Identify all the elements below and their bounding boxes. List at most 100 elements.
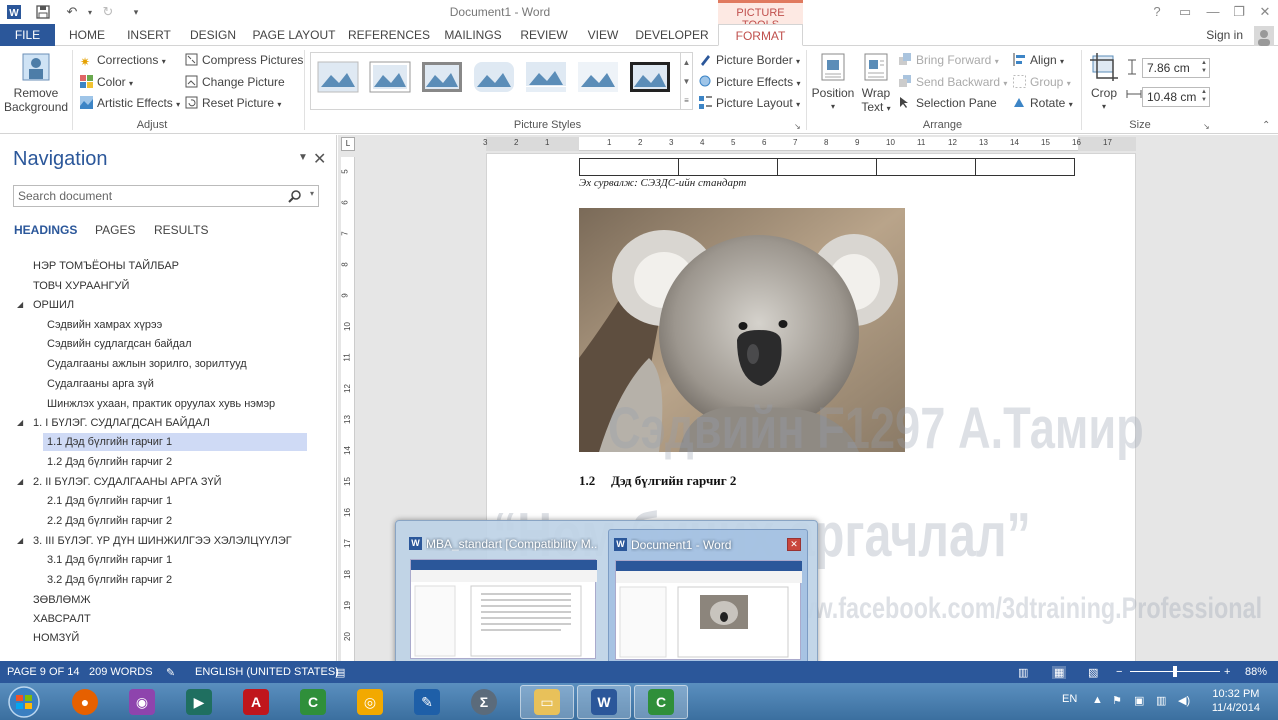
gallery-more-icon[interactable]: ≡ [680, 91, 692, 110]
crop-button[interactable]: Crop ▾ [1086, 52, 1122, 114]
macro-recording-icon[interactable]: ▤ [335, 666, 345, 679]
network-icon[interactable]: ▥ [1156, 694, 1166, 707]
user-avatar-icon[interactable] [1254, 26, 1274, 46]
heading-item[interactable]: Судалгааны ажлын зорилго, зорилтууд [47, 355, 247, 373]
document-table[interactable] [579, 158, 1075, 176]
taskbar-app-7[interactable]: ✎ [400, 685, 454, 719]
size-launcher-icon[interactable]: ↘ [1203, 122, 1210, 131]
heading-item[interactable]: ОРШИЛ [33, 296, 74, 314]
tab-file[interactable]: FILE [0, 24, 55, 46]
remove-background-button[interactable]: Remove Background [4, 52, 68, 114]
device-icon[interactable]: ▣ [1134, 694, 1144, 707]
taskbar-app-2[interactable]: ◉ [115, 685, 169, 719]
heading-item[interactable]: 1. I БҮЛЭГ. СУДЛАГДСАН БАЙДАЛ [33, 414, 210, 432]
heading-item[interactable]: 1.2 Дэд бүлгийн гарчиг 2 [47, 453, 172, 471]
heading-item[interactable]: ЗӨВЛӨМЖ [33, 591, 91, 609]
rotate-button[interactable]: Rotate ▾ [1013, 96, 1073, 110]
collapse-triangle-icon[interactable]: ◢ [17, 477, 23, 486]
search-options-dropdown-icon[interactable]: ▾ [310, 189, 314, 198]
shape-height-input[interactable]: 7.86 cm ▲ ▼ [1142, 58, 1210, 78]
zoom-slider[interactable] [1130, 666, 1220, 677]
picture-layout-button[interactable]: Picture Layout ▾ [699, 96, 800, 110]
heading-item[interactable]: НЭР ТОМЪЁОНЫ ТАЙЛБАР [33, 257, 179, 275]
sign-in-link[interactable]: Sign in [1206, 28, 1243, 42]
artistic-effects-button[interactable]: Artistic Effects ▾ [80, 96, 180, 110]
picture-style-2[interactable] [369, 61, 411, 93]
tab-selector[interactable]: L [341, 137, 355, 151]
restore-button[interactable]: ❐ [1226, 2, 1252, 22]
picture-style-7[interactable] [629, 61, 671, 93]
picture-style-4[interactable] [473, 61, 515, 93]
proofing-icon[interactable]: ✎ [166, 666, 175, 679]
search-icon[interactable] [288, 189, 302, 203]
compress-pictures-button[interactable]: Compress Pictures [185, 53, 303, 67]
navigation-close-icon[interactable]: ✕ [313, 149, 326, 169]
gallery-up-icon[interactable]: ▲ [680, 53, 692, 72]
heading-item[interactable]: Шинжлэх ухаан, практик оруулах хувь нэмэ… [47, 395, 275, 413]
wrap-text-button[interactable]: Wrap Text ▾ [856, 52, 896, 116]
heading-item[interactable]: ТОВЧ ХУРААНГУЙ [33, 277, 129, 295]
heading-item[interactable]: Сэдвийн судлагдсан байдал [47, 335, 192, 353]
picture-styles-launcher-icon[interactable]: ↘ [794, 122, 801, 131]
heading-item[interactable]: НОМЗҮЙ [33, 629, 79, 647]
collapse-ribbon-icon[interactable]: ⌃ [1262, 120, 1270, 131]
navigation-menu-icon[interactable]: ▼ [298, 152, 308, 163]
word-count[interactable]: 209 WORDS [89, 666, 153, 678]
heading-item[interactable]: 2.2 Дэд бүлгийн гарчиг 2 [47, 512, 172, 530]
picture-style-1[interactable] [317, 61, 359, 93]
tab-mailings[interactable]: MAILINGS [440, 24, 506, 46]
shape-width-input[interactable]: 10.48 cm ▲ ▼ [1142, 87, 1210, 107]
tab-view[interactable]: VIEW [582, 24, 624, 46]
taskbar-camtasia[interactable]: C [634, 685, 688, 719]
tab-headings[interactable]: HEADINGS [14, 223, 77, 237]
start-button[interactable] [2, 684, 46, 720]
tab-developer[interactable]: DEVELOPER [634, 24, 710, 46]
taskbar-app-5[interactable]: C [286, 685, 340, 719]
language-indicator[interactable]: ENGLISH (UNITED STATES) [195, 666, 339, 678]
tab-home[interactable]: HOME [62, 24, 112, 46]
input-language[interactable]: EN [1062, 693, 1077, 705]
tab-design[interactable]: DESIGN [186, 24, 240, 46]
taskbar-word[interactable]: W [577, 685, 631, 719]
send-backward-button[interactable]: Send Backward ▾ [899, 75, 1007, 89]
heading-item[interactable]: 3. III БҮЛЭГ. ҮР ДҮН ШИНЖИЛГЭЭ ХЭЛЭЛЦҮҮЛ… [33, 532, 292, 550]
search-document-input[interactable]: Search document ▾ [13, 185, 319, 207]
taskbar-app-4[interactable]: A [229, 685, 283, 719]
horizontal-ruler[interactable]: 3 2 1 1 2 3 4 5 6 7 8 9 10 11 12 13 14 15 16 17 [483, 137, 1136, 151]
zoom-slider-thumb[interactable] [1173, 666, 1177, 677]
tab-results[interactable]: RESULTS [154, 223, 208, 237]
minimize-button[interactable]: — [1200, 2, 1226, 22]
heading-item[interactable]: 2.1 Дэд бүлгийн гарчиг 1 [47, 492, 172, 510]
taskbar-app-8[interactable]: Σ [457, 685, 511, 719]
collapse-triangle-icon[interactable]: ◢ [17, 418, 23, 427]
tab-pages[interactable]: PAGES [95, 223, 135, 237]
read-mode-icon[interactable]: ▥ [1018, 666, 1028, 679]
tab-insert[interactable]: INSERT [122, 24, 176, 46]
taskbar-app-3[interactable]: ▶ [172, 685, 226, 719]
heading-item[interactable]: 1.1 Дэд бүлгийн гарчиг 1 [43, 433, 307, 451]
picture-style-5[interactable] [525, 61, 567, 93]
picture-border-button[interactable]: Picture Border ▾ [699, 53, 800, 67]
picture-effects-button[interactable]: Picture Effects ▾ [699, 75, 801, 89]
corrections-button[interactable]: ✷ Corrections ▾ [80, 53, 166, 69]
zoom-out-button[interactable]: − [1116, 666, 1122, 678]
action-center-icon[interactable]: ⚑ [1112, 694, 1122, 707]
heading-item[interactable]: 3.1 Дэд бүлгийн гарчиг 1 [47, 551, 172, 569]
position-button[interactable]: Position ▾ [811, 52, 855, 114]
heading-item[interactable]: 3.2 Дэд бүлгийн гарчиг 2 [47, 571, 172, 589]
collapse-triangle-icon[interactable]: ◢ [17, 536, 23, 545]
bring-forward-button[interactable]: Bring Forward ▾ [899, 53, 999, 67]
thumbnail-document1[interactable]: W Document1 - Word ✕ [608, 529, 808, 667]
close-button[interactable]: ✕ [1252, 2, 1278, 22]
reset-picture-button[interactable]: Reset Picture ▾ [185, 96, 281, 110]
heading-item[interactable]: Сэдвийн хамрах хүрээ [47, 316, 162, 334]
print-layout-icon[interactable]: ▦ [1052, 666, 1067, 679]
change-picture-button[interactable]: Change Picture [185, 75, 285, 89]
volume-icon[interactable]: ◀) [1178, 694, 1190, 707]
system-clock[interactable]: 10:32 PM 11/4/2014 [1212, 687, 1260, 715]
color-button[interactable]: Color ▾ [80, 75, 133, 89]
gallery-down-icon[interactable]: ▼ [680, 72, 692, 91]
picture-style-6[interactable] [577, 61, 619, 93]
selection-pane-button[interactable]: Selection Pane [899, 96, 997, 110]
taskbar-firefox[interactable]: ● [58, 685, 112, 719]
